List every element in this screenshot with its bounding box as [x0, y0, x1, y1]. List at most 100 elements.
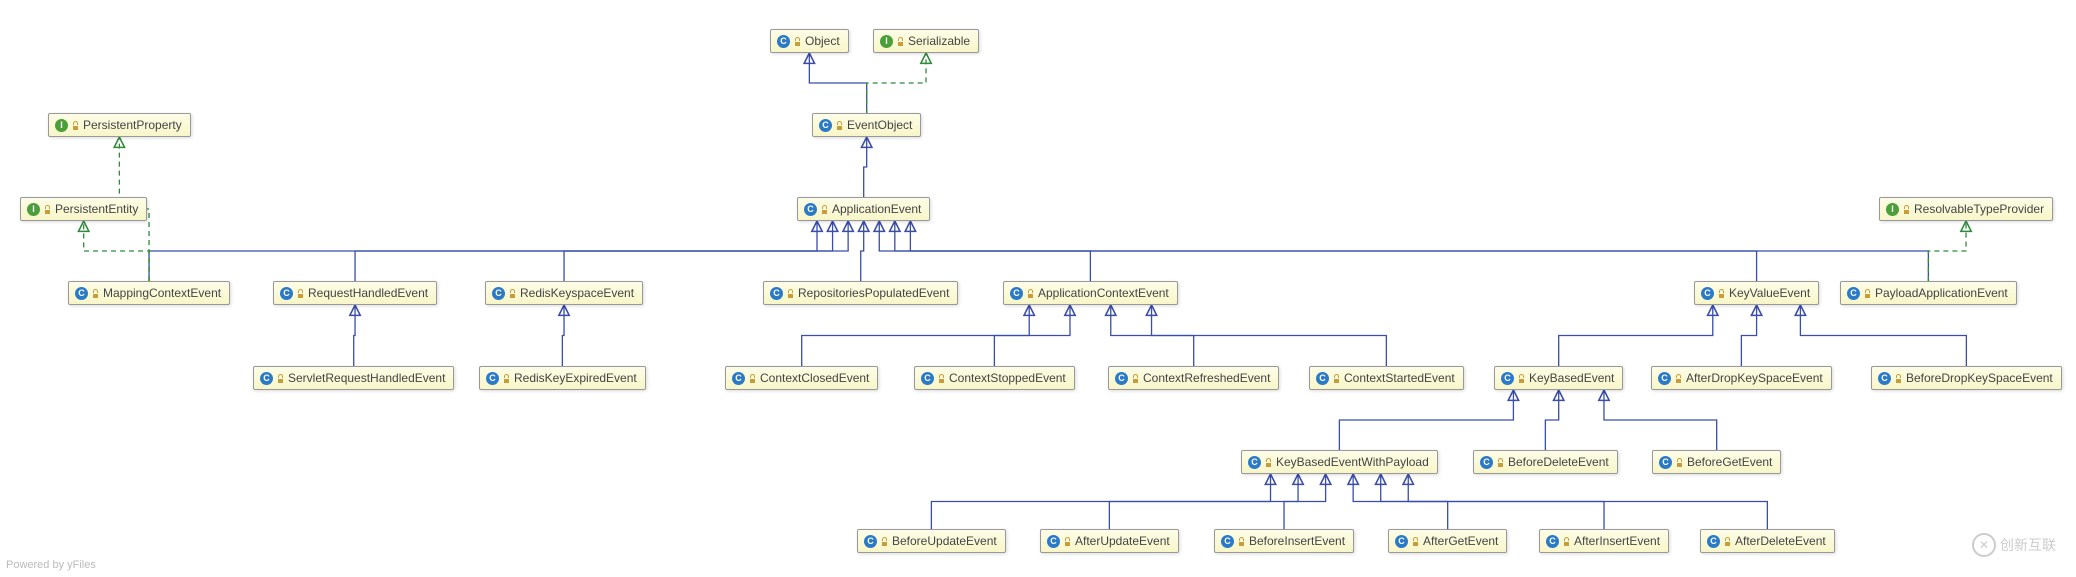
lock-icon	[880, 537, 889, 546]
edge-ContextStoppedEvent-ApplicationContextEvent	[994, 305, 1070, 366]
edge-EventObject-Serializable	[867, 53, 926, 113]
node-RequestHandledEvent[interactable]: CRequestHandledEvent	[273, 281, 437, 305]
lock-icon	[1562, 537, 1571, 546]
node-label: ServletRequestHandledEvent	[288, 371, 445, 385]
lock-icon	[1902, 205, 1911, 214]
node-ResolvableTypeProvider[interactable]: IResolvableTypeProvider	[1879, 197, 2053, 221]
node-BeforeUpdateEvent[interactable]: CBeforeUpdateEvent	[857, 529, 1006, 553]
node-label: PersistentProperty	[83, 118, 182, 132]
node-Serializable[interactable]: ISerializable	[873, 29, 979, 53]
type-icon: C	[1248, 456, 1261, 469]
node-label: BeforeGetEvent	[1687, 455, 1772, 469]
type-icon: C	[777, 35, 790, 48]
lock-icon	[1674, 374, 1683, 383]
node-AfterInsertEvent[interactable]: CAfterInsertEvent	[1539, 529, 1669, 553]
node-ContextStoppedEvent[interactable]: CContextStoppedEvent	[914, 366, 1075, 390]
node-ContextClosedEvent[interactable]: C ContextClosedEvent	[725, 366, 878, 390]
node-label: Serializable	[908, 34, 970, 48]
type-icon: C	[1115, 372, 1128, 385]
type-icon: C	[1847, 287, 1860, 300]
node-PersistentEntity[interactable]: IPersistentEntity	[20, 197, 147, 221]
watermark: ✕ 创新互联	[1972, 533, 2056, 557]
type-icon: C	[1701, 287, 1714, 300]
node-AfterDeleteEvent[interactable]: CAfterDeleteEvent	[1700, 529, 1835, 553]
node-ServletRequestHandledEvent[interactable]: CServletRequestHandledEvent	[253, 366, 454, 390]
node-label: ContextStartedEvent	[1344, 371, 1455, 385]
node-KeyValueEvent[interactable]: CKeyValueEvent	[1694, 281, 1819, 305]
node-RedisKeyspaceEvent[interactable]: CRedisKeyspaceEvent	[485, 281, 643, 305]
lock-icon	[1264, 458, 1273, 467]
lock-icon	[276, 374, 285, 383]
node-AfterDropKeySpaceEvent[interactable]: CAfterDropKeySpaceEvent	[1651, 366, 1832, 390]
edge-BeforeGetEvent-KeyBasedEvent	[1604, 390, 1717, 450]
type-icon: C	[75, 287, 88, 300]
node-label: Object	[805, 34, 840, 48]
type-icon: C	[921, 372, 934, 385]
node-label: KeyBasedEventWithPayload	[1276, 455, 1429, 469]
node-BeforeInsertEvent[interactable]: CBeforeInsertEvent	[1214, 529, 1354, 553]
edge-KeyBasedEvent-KeyValueEvent	[1559, 305, 1713, 366]
node-BeforeGetEvent[interactable]: C BeforeGetEvent	[1652, 450, 1781, 474]
node-label: PayloadApplicationEvent	[1875, 286, 2008, 300]
lock-icon	[1675, 458, 1684, 467]
type-icon: C	[280, 287, 293, 300]
lock-icon	[43, 205, 52, 214]
edge-AfterUpdateEvent-KeyBasedEventWithPayload	[1109, 474, 1298, 529]
type-icon: C	[732, 372, 745, 385]
lock-icon	[508, 289, 517, 298]
node-label: RedisKeyExpiredEvent	[514, 371, 637, 385]
edge-AfterInsertEvent-KeyBasedEventWithPayload	[1381, 474, 1604, 529]
edge-PayloadApplicationEvent-ResolvableTypeProvider	[1928, 221, 1966, 281]
type-icon: C	[1010, 287, 1023, 300]
type-icon: C	[486, 372, 499, 385]
type-icon: C	[819, 119, 832, 132]
edge-ServletRequestHandledEvent-RequestHandledEvent	[354, 305, 355, 366]
node-label: ContextClosedEvent	[760, 371, 869, 385]
lock-icon	[1496, 458, 1505, 467]
edge-RequestHandledEvent-ApplicationEvent	[355, 221, 833, 281]
node-RepositoriesPopulatedEvent[interactable]: CRepositoriesPopulatedEvent	[763, 281, 958, 305]
node-EventObject[interactable]: CEventObject	[812, 113, 921, 137]
edge-RedisKeyExpiredEvent-RedisKeyspaceEvent	[562, 305, 564, 366]
node-PersistentProperty[interactable]: IPersistentProperty	[48, 113, 191, 137]
edge-BeforeDropKeySpaceEvent-KeyValueEvent	[1800, 305, 1966, 366]
node-RedisKeyExpiredEvent[interactable]: C RedisKeyExpiredEvent	[479, 366, 646, 390]
lock-icon	[937, 374, 946, 383]
node-PayloadApplicationEvent[interactable]: C PayloadApplicationEvent	[1840, 281, 2017, 305]
lock-icon	[1063, 537, 1072, 546]
type-icon: C	[1659, 456, 1672, 469]
node-MappingContextEvent[interactable]: CMappingContextEvent	[68, 281, 230, 305]
type-icon: C	[1878, 372, 1891, 385]
type-icon: C	[1707, 535, 1720, 548]
lock-icon	[296, 289, 305, 298]
node-Object[interactable]: C Object	[770, 29, 849, 53]
node-KeyBasedEvent[interactable]: CKeyBasedEvent	[1494, 366, 1623, 390]
lock-icon	[1332, 374, 1341, 383]
node-ApplicationEvent[interactable]: CApplicationEvent	[797, 197, 930, 221]
type-icon: C	[1395, 535, 1408, 548]
lock-icon	[1717, 289, 1726, 298]
lock-icon	[748, 374, 757, 383]
node-ContextRefreshedEvent[interactable]: CContextRefreshedEvent	[1108, 366, 1279, 390]
edge-ApplicationContextEvent-ApplicationEvent	[879, 221, 1090, 281]
lock-icon	[820, 205, 829, 214]
lock-icon	[1131, 374, 1140, 383]
edge-RedisKeyspaceEvent-ApplicationEvent	[564, 221, 848, 281]
node-ContextStartedEvent[interactable]: C ContextStartedEvent	[1309, 366, 1464, 390]
node-KeyBasedEventWithPayload[interactable]: C KeyBasedEventWithPayload	[1241, 450, 1438, 474]
node-ApplicationContextEvent[interactable]: CApplicationContextEvent	[1003, 281, 1178, 305]
type-icon: C	[1316, 372, 1329, 385]
node-BeforeDropKeySpaceEvent[interactable]: CBeforeDropKeySpaceEvent	[1871, 366, 2062, 390]
type-icon: I	[1886, 203, 1899, 216]
type-icon: C	[1480, 456, 1493, 469]
node-BeforeDeleteEvent[interactable]: CBeforeDeleteEvent	[1473, 450, 1618, 474]
lock-icon	[835, 121, 844, 130]
type-icon: C	[1047, 535, 1060, 548]
edge-KeyBasedEventWithPayload-KeyBasedEvent	[1339, 390, 1513, 450]
node-label: AfterDropKeySpaceEvent	[1686, 371, 1823, 385]
node-AfterUpdateEvent[interactable]: CAfterUpdateEvent	[1040, 529, 1179, 553]
node-AfterGetEvent[interactable]: CAfterGetEvent	[1388, 529, 1507, 553]
edge-BeforeInsertEvent-KeyBasedEventWithPayload	[1284, 474, 1326, 529]
type-icon: C	[492, 287, 505, 300]
node-label: BeforeInsertEvent	[1249, 534, 1345, 548]
